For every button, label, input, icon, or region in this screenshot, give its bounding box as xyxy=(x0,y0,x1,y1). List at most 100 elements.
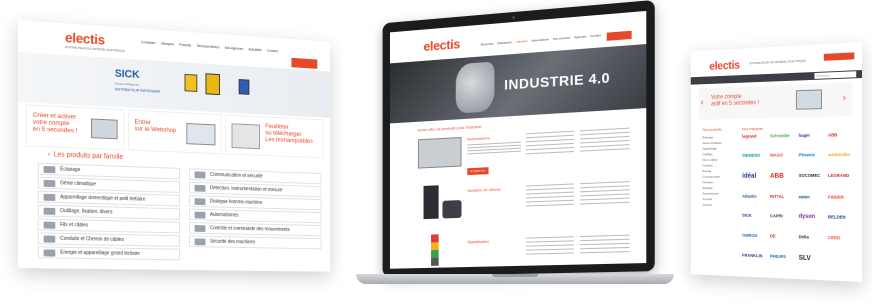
chevron-right-icon[interactable]: › xyxy=(843,93,846,104)
brand-logo[interactable]: BELDEN xyxy=(828,215,856,230)
category-variation[interactable]: Variation de vitesse xyxy=(467,186,516,193)
left-tagline: DISTRIBUTEUR DE MATÉRIEL ÉLECTRIQUE xyxy=(65,45,125,53)
chevron-right-icon: › xyxy=(47,151,50,159)
family-row[interactable]: Fils et câbles xyxy=(37,218,180,234)
camera-dot-icon xyxy=(512,15,515,20)
brand-logo[interactable]: SIEMENS xyxy=(742,153,768,166)
brand-logo[interactable]: weidmüller xyxy=(828,152,856,165)
brand-logo[interactable]: dyson xyxy=(799,214,826,229)
category-automatisme[interactable]: Automatisme xyxy=(467,135,490,141)
family-row[interactable]: Appareillage domestique et petit tertiai… xyxy=(37,190,180,207)
brand-logo[interactable]: SLV xyxy=(799,254,826,270)
laptop-nav-item[interactable]: Industrie xyxy=(516,39,527,44)
brand-logo[interactable]: SICK xyxy=(742,213,768,227)
category-signalisation[interactable]: Signalisation xyxy=(467,239,489,245)
brand-logo[interactable]: FINDER xyxy=(828,195,856,209)
laptop-nav-item[interactable]: Nos services xyxy=(553,36,570,41)
laptop-notch xyxy=(492,274,538,277)
left-nav-item[interactable]: Nos Agences xyxy=(225,46,243,51)
laptop-thumbnail-image xyxy=(91,118,118,140)
left-nav-item[interactable]: Contact xyxy=(267,49,278,53)
brand-logo[interactable]: ABB xyxy=(828,132,856,146)
brand-logo[interactable]: eaton xyxy=(799,194,826,207)
promo-card-account[interactable]: Créer et activer votre compte en 5 secon… xyxy=(25,104,125,151)
laptop-nav-item[interactable]: Électricité xyxy=(481,42,494,47)
brand-logo[interactable]: WAGO xyxy=(770,153,797,166)
link-list xyxy=(525,183,574,208)
family-row[interactable]: Conduits et Chemin de câbles xyxy=(37,232,180,247)
family-row[interactable]: Automatismes xyxy=(189,208,322,224)
laptop-thumbnail-image xyxy=(795,89,822,110)
category-icon xyxy=(194,198,206,206)
laptop-logo[interactable]: electis xyxy=(424,36,460,54)
brand-logo[interactable]: RITTAL xyxy=(770,194,797,207)
brands-title: Nos marques xyxy=(742,125,764,132)
left-nav-item[interactable]: Produits xyxy=(179,43,191,48)
laptop-nav-item[interactable]: Distribution xyxy=(497,40,512,45)
right-logo[interactable]: electis xyxy=(709,58,739,73)
cta-button[interactable]: En savoir plus xyxy=(467,167,489,176)
brand-logo[interactable]: CAPRI xyxy=(770,213,797,227)
promo-line: actif en 5 secondes ! xyxy=(711,100,759,108)
brand-logo[interactable]: idéal xyxy=(742,173,768,188)
category-icon xyxy=(194,238,206,246)
left-nav-item[interactable]: Services/Ventes xyxy=(197,44,220,49)
left-nav-item[interactable]: Marques xyxy=(161,42,174,47)
category-icon xyxy=(43,221,56,229)
link-list xyxy=(580,127,630,155)
left-nav-item[interactable]: Actualités xyxy=(248,47,261,52)
right-header-button[interactable] xyxy=(823,52,855,61)
left-website-screenshot: electis DISTRIBUTEUR DE MATÉRIEL ÉLECTRI… xyxy=(18,20,331,272)
brand-logo[interactable]: ABB xyxy=(770,173,797,188)
family-row[interactable]: Dialogue homme-machine xyxy=(189,195,322,211)
laptop-nav-item[interactable]: Automatisme xyxy=(531,37,548,42)
link-list xyxy=(580,234,630,257)
category-icon xyxy=(194,184,206,192)
hero-banner: INDUSTRIE 4.0 xyxy=(389,43,647,124)
laptop-nav-item[interactable]: Contact xyxy=(590,33,601,38)
brand-logo[interactable]: legrand xyxy=(742,134,768,147)
brand-logo[interactable]: hager xyxy=(799,133,826,146)
brand-logo[interactable]: FRANKLIN xyxy=(742,252,768,268)
brand-logo[interactable]: Schneider xyxy=(770,133,797,146)
offer-title: Notre offre de produits pour l'industrie xyxy=(417,123,482,133)
brand-logo[interactable]: SOCOMEC xyxy=(799,173,826,188)
brand-logo[interactable]: DE xyxy=(770,234,797,248)
family-row[interactable]: Énergie et appareillage grand tertiaire xyxy=(37,246,180,261)
product-image-drive xyxy=(423,185,439,220)
category-icon xyxy=(43,249,56,257)
brand-logo[interactable]: PHILIPS xyxy=(770,253,797,269)
brand-logo[interactable]: Phoenix xyxy=(799,153,826,166)
promo-card-webshop[interactable]: Entrer sur le Webshop xyxy=(127,109,222,155)
category-icon xyxy=(43,193,56,202)
category-icon xyxy=(43,179,56,188)
banner-sub: Sensor Intelligence. xyxy=(114,81,140,87)
left-header-button[interactable] xyxy=(291,57,318,69)
promo-card-catalog[interactable]: Feuilleter ou télécharger Les Immanquabl… xyxy=(225,114,324,159)
brand-grid: legrand Schneider hager ABB SIEMENS WAGO… xyxy=(742,132,856,272)
brand-logo[interactable]: LEGRAND xyxy=(828,173,856,188)
category-icon xyxy=(43,165,56,174)
robot-hand-image xyxy=(455,61,495,114)
brand-logo[interactable]: OMRON xyxy=(742,233,768,246)
search-input[interactable]: Recherche xyxy=(814,71,857,79)
product-image-motor xyxy=(442,200,462,219)
laptop-nav-item[interactable]: Agences xyxy=(574,34,586,39)
right-promo[interactable]: ‹ Votre compte actif en 5 secondes ! › xyxy=(699,82,853,120)
category-menu: Éclairage Génie climatique Appareillage … xyxy=(703,134,737,208)
section-title: › Les produits par famille xyxy=(48,151,124,161)
sensor-yellow-image xyxy=(184,73,198,92)
family-row[interactable]: Sécurité des machines xyxy=(189,235,322,250)
family-row[interactable]: Outillage, fixation, divers xyxy=(37,204,180,220)
family-row[interactable]: Contrôle et commande des mouvements xyxy=(189,222,322,237)
chevron-left-icon[interactable]: ‹ xyxy=(701,97,704,107)
category-icon xyxy=(194,211,206,219)
laptop-header-button[interactable] xyxy=(606,30,632,41)
menu-item[interactable]: Sécurité xyxy=(703,202,737,208)
category-icon xyxy=(194,225,206,232)
brand-logo[interactable]: Delta xyxy=(799,235,826,249)
brand-logo[interactable]: CEDO xyxy=(828,235,856,249)
left-nav-item[interactable]: Contactez xyxy=(141,40,156,45)
right-website-screenshot: electis DISTRIBUTEUR DE MATÉRIEL ÉLECTRI… xyxy=(690,42,862,282)
brand-logo[interactable]: Atlantic xyxy=(742,194,768,207)
